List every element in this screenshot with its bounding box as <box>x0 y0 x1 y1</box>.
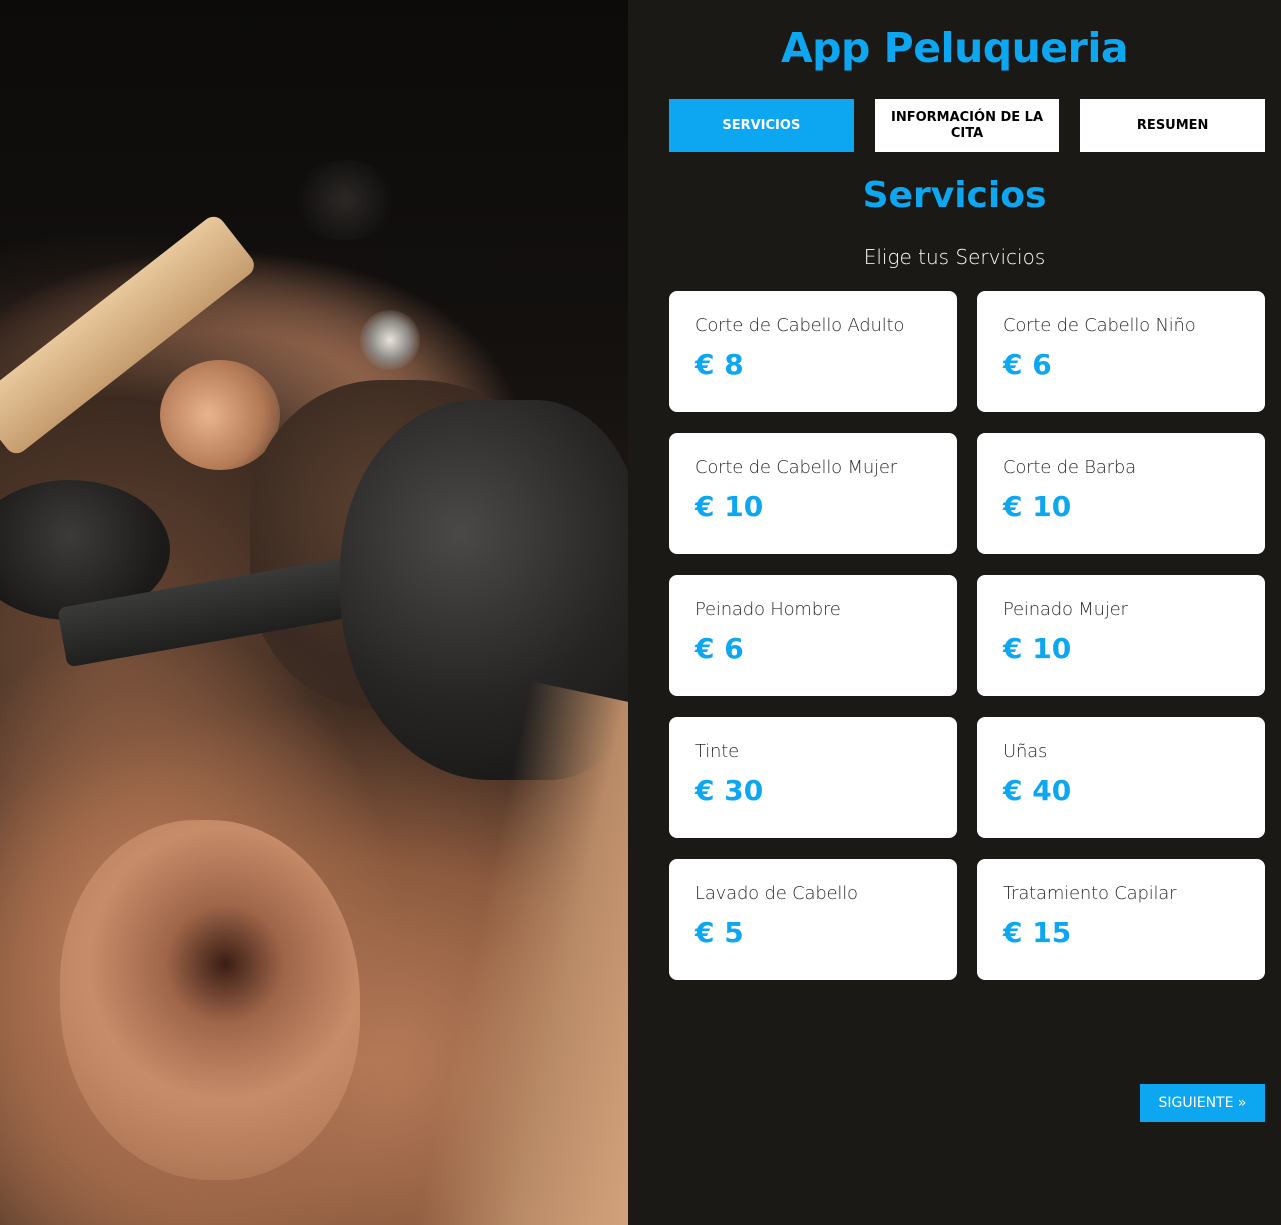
next-button[interactable]: Siguiente » <box>1140 1084 1265 1122</box>
service-card[interactable]: Lavado de Cabello € 5 <box>669 859 957 980</box>
service-card[interactable]: Corte de Cabello Niño € 6 <box>977 291 1265 412</box>
service-price: € 10 <box>695 490 764 523</box>
face-nose <box>160 360 280 470</box>
services-grid: Corte de Cabello Adulto € 8 Corte de Cab… <box>669 291 1265 980</box>
service-card[interactable]: Corte de Cabello Mujer € 10 <box>669 433 957 554</box>
service-price: € 10 <box>1003 632 1072 665</box>
service-card[interactable]: Corte de Cabello Adulto € 8 <box>669 291 957 412</box>
tab-resumen[interactable]: Resumen <box>1080 99 1266 152</box>
service-card[interactable]: Tratamiento Capilar € 15 <box>977 859 1265 980</box>
service-name: Corte de Cabello Mujer <box>695 457 897 478</box>
service-card[interactable]: Tinte € 30 <box>669 717 957 838</box>
service-name: Tinte <box>695 741 739 762</box>
service-price: € 30 <box>695 774 764 807</box>
service-name: Corte de Cabello Niño <box>1003 315 1196 336</box>
bokeh-light <box>360 310 420 370</box>
tab-servicios[interactable]: Servicios <box>669 99 854 152</box>
service-price: € 40 <box>1003 774 1072 807</box>
tab-bar: Servicios Información de la cita Resumen <box>669 99 1266 152</box>
service-price: € 6 <box>695 632 744 665</box>
bokeh-light <box>290 160 400 240</box>
tab-informacion-cita[interactable]: Información de la cita <box>874 99 1060 152</box>
service-price: € 5 <box>695 916 744 949</box>
service-card[interactable]: Corte de Barba € 10 <box>977 433 1265 554</box>
section-title: Servicios <box>862 175 1047 216</box>
ear <box>60 820 360 1180</box>
service-price: € 8 <box>695 348 744 381</box>
service-name: Corte de Cabello Adulto <box>695 315 905 336</box>
service-name: Peinado Hombre <box>695 599 841 620</box>
service-card[interactable]: Peinado Mujer € 10 <box>977 575 1265 696</box>
service-name: Lavado de Cabello <box>695 883 858 904</box>
hero-image <box>0 0 628 1225</box>
service-name: Peinado Mujer <box>1003 599 1128 620</box>
service-name: Corte de Barba <box>1003 457 1136 478</box>
service-name: Uñas <box>1003 741 1048 762</box>
section-subtitle: Elige tus Servicios <box>863 245 1046 269</box>
service-price: € 6 <box>1003 348 1052 381</box>
service-name: Tratamiento Capilar <box>1003 883 1177 904</box>
service-price: € 10 <box>1003 490 1072 523</box>
main-panel: App Peluqueria Servicios Información de … <box>628 0 1281 1225</box>
page: App Peluqueria Servicios Información de … <box>0 0 1281 1225</box>
service-card[interactable]: Peinado Hombre € 6 <box>669 575 957 696</box>
app-title: App Peluqueria <box>780 24 1129 72</box>
service-price: € 15 <box>1003 916 1072 949</box>
service-card[interactable]: Uñas € 40 <box>977 717 1265 838</box>
